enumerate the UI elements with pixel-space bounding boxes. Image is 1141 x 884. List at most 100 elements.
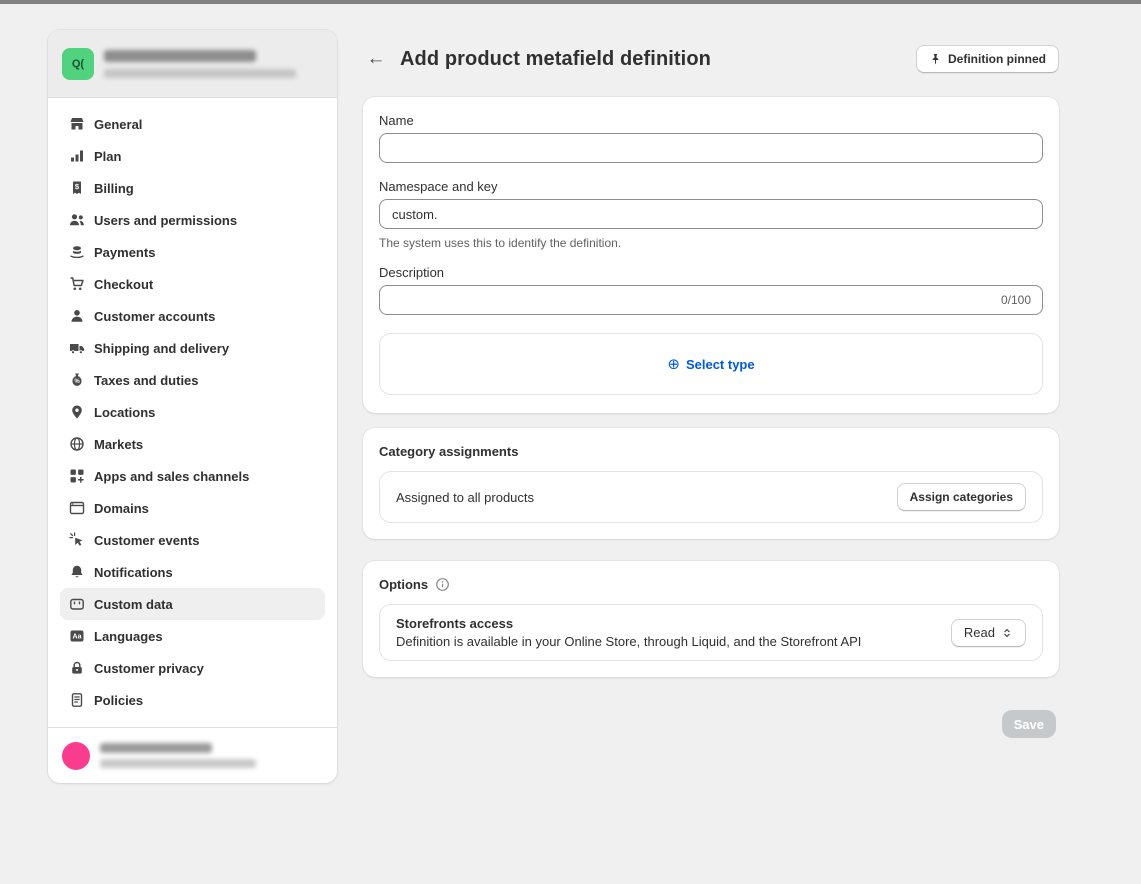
category-assignment-row: Assigned to all products Assign categori… [379, 471, 1043, 523]
sidebar-item-apps-and-sales-channels[interactable]: Apps and sales channels [60, 460, 325, 492]
sidebar-item-label: Customer privacy [94, 661, 204, 676]
domains-icon [68, 500, 85, 517]
store-header[interactable]: Q( [48, 30, 337, 98]
users-icon [68, 212, 85, 229]
description-char-counter: 0/100 [1001, 293, 1031, 307]
customer-events-icon [68, 532, 85, 549]
sidebar-item-label: General [94, 117, 142, 132]
truck-icon [68, 340, 85, 357]
sidebar-item-general[interactable]: General [60, 108, 325, 140]
name-input[interactable] [379, 133, 1043, 163]
description-label: Description [379, 265, 1043, 280]
sidebar-item-label: Custom data [94, 597, 173, 612]
sidebar-item-shipping-and-delivery[interactable]: Shipping and delivery [60, 332, 325, 364]
languages-icon: Aa [68, 628, 85, 645]
sidebar-item-markets[interactable]: Markets [60, 428, 325, 460]
sidebar-item-label: Shipping and delivery [94, 341, 229, 356]
settings-nav: General Plan $ Billing Users and permiss… [48, 98, 337, 727]
taxes-icon: % [68, 372, 85, 389]
sidebar-item-custom-data[interactable]: Custom data [60, 588, 325, 620]
payments-icon [68, 244, 85, 261]
sidebar-item-domains[interactable]: Domains [60, 492, 325, 524]
store-icon [68, 116, 85, 133]
location-pin-icon [68, 404, 85, 421]
lock-icon [68, 660, 85, 677]
storefronts-access-description: Definition is available in your Online S… [396, 634, 861, 649]
sidebar-item-label: Policies [94, 693, 143, 708]
save-button[interactable]: Save [1002, 710, 1056, 738]
sidebar-item-billing[interactable]: $ Billing [60, 172, 325, 204]
store-name-redacted [104, 50, 256, 62]
storefronts-access-value: Read [964, 625, 995, 640]
page-header: ← Add product metafield definition Defin… [363, 44, 1059, 74]
sidebar-item-locations[interactable]: Locations [60, 396, 325, 428]
person-icon [68, 308, 85, 325]
plan-icon [68, 148, 85, 165]
sidebar-item-label: Users and permissions [94, 213, 237, 228]
sidebar-item-label: Locations [94, 405, 155, 420]
custom-data-icon [68, 596, 85, 613]
back-button[interactable]: ← [362, 45, 390, 73]
sidebar-item-customer-events[interactable]: Customer events [60, 524, 325, 556]
assign-categories-label: Assign categories [910, 490, 1013, 504]
sidebar-item-label: Notifications [94, 565, 173, 580]
namespace-input[interactable] [379, 199, 1043, 229]
assign-categories-button[interactable]: Assign categories [897, 483, 1026, 511]
select-type-box: ⊕ Select type [379, 333, 1043, 395]
sidebar-item-languages[interactable]: Aa Languages [60, 620, 325, 652]
main-content: ← Add product metafield definition Defin… [363, 0, 1059, 738]
sidebar-item-label: Taxes and duties [94, 373, 199, 388]
svg-text:%: % [74, 379, 80, 385]
plus-circle-icon: ⊕ [667, 357, 680, 372]
chevron-updown-icon [1001, 627, 1013, 639]
description-input[interactable] [379, 285, 1043, 315]
sidebar-item-taxes-and-duties[interactable]: % Taxes and duties [60, 364, 325, 396]
definition-pinned-button[interactable]: Definition pinned [916, 45, 1059, 73]
user-account-footer[interactable] [48, 727, 337, 783]
policies-icon [68, 692, 85, 709]
sidebar-item-policies[interactable]: Policies [60, 684, 325, 716]
sidebar-item-checkout[interactable]: Checkout [60, 268, 325, 300]
sidebar-item-customer-accounts[interactable]: Customer accounts [60, 300, 325, 332]
sidebar-item-label: Apps and sales channels [94, 469, 249, 484]
select-type-label: Select type [686, 357, 755, 372]
sidebar-item-label: Checkout [94, 277, 153, 292]
category-assignments-card: Category assignments Assigned to all pro… [363, 428, 1059, 539]
sidebar-item-notifications[interactable]: Notifications [60, 556, 325, 588]
settings-sidebar: Q( General Plan $ [48, 30, 337, 783]
options-card: Options Storefronts access Definition is… [363, 561, 1059, 677]
page-title: Add product metafield definition [400, 48, 711, 71]
apps-icon [68, 468, 85, 485]
namespace-help-text: The system uses this to identify the def… [379, 236, 1043, 250]
user-avatar [62, 742, 90, 770]
category-status-text: Assigned to all products [396, 490, 534, 505]
store-avatar: Q( [62, 48, 94, 80]
sidebar-item-label: Markets [94, 437, 143, 452]
pin-icon [929, 53, 942, 66]
back-arrow-icon: ← [367, 48, 386, 70]
sidebar-item-label: Customer events [94, 533, 199, 548]
category-assignments-title: Category assignments [379, 444, 1043, 459]
settings-page: Q( General Plan $ [0, 0, 1141, 884]
select-type-button[interactable]: ⊕ Select type [667, 357, 754, 372]
sidebar-item-label: Languages [94, 629, 163, 644]
definition-pinned-label: Definition pinned [948, 52, 1046, 66]
cart-icon [68, 276, 85, 293]
storefronts-access-select[interactable]: Read [951, 619, 1026, 647]
sidebar-item-label: Domains [94, 501, 149, 516]
options-title: Options [379, 577, 428, 592]
sidebar-item-customer-privacy[interactable]: Customer privacy [60, 652, 325, 684]
markets-globe-icon [68, 436, 85, 453]
user-name-redacted [100, 743, 212, 753]
definition-form-card: Name Namespace and key The system uses t… [363, 97, 1059, 413]
sidebar-item-plan[interactable]: Plan [60, 140, 325, 172]
sidebar-item-payments[interactable]: Payments [60, 236, 325, 268]
user-email-redacted [100, 759, 256, 768]
sidebar-item-label: Billing [94, 181, 134, 196]
namespace-label: Namespace and key [379, 179, 1043, 194]
info-icon[interactable] [435, 577, 450, 592]
sidebar-item-label: Customer accounts [94, 309, 215, 324]
sidebar-item-users-and-permissions[interactable]: Users and permissions [60, 204, 325, 236]
name-label: Name [379, 113, 1043, 128]
store-url-redacted [104, 69, 296, 78]
